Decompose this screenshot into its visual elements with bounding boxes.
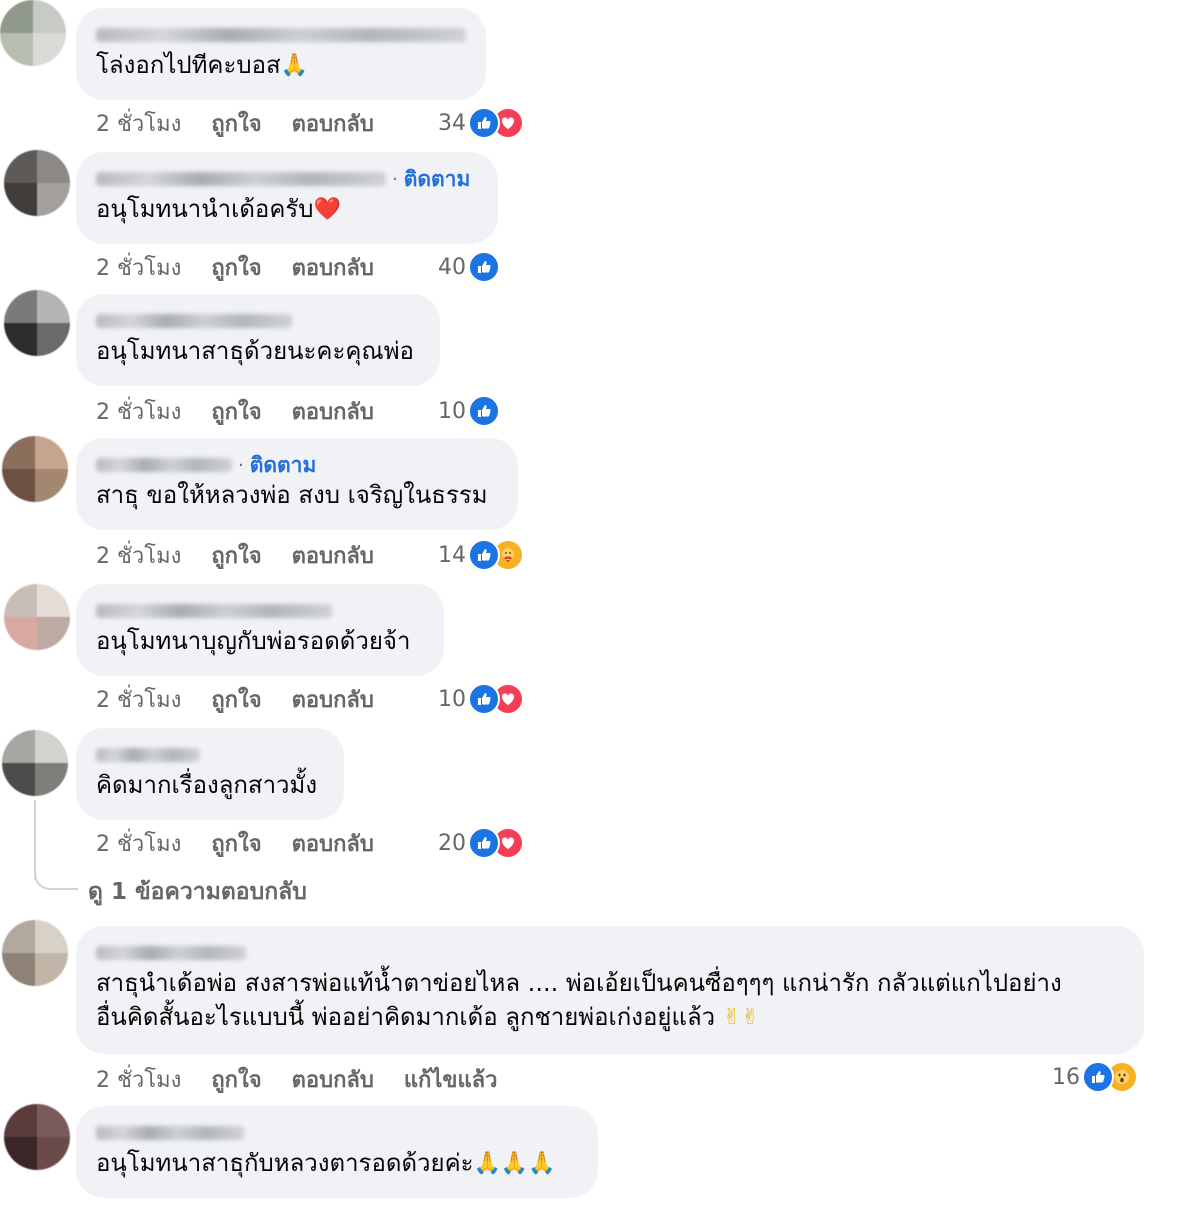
pray-emoji: 🙏: [280, 53, 309, 78]
reaction-count: 40: [438, 254, 466, 280]
reaction-count: 10: [438, 686, 466, 712]
timestamp[interactable]: 2 ชั่วโมง: [96, 538, 181, 573]
comment-text: สาธุนำเด้อพ่อ สงสารพ่อแท้น้ำตาข่อยไหล ..…: [96, 969, 1062, 997]
commenter-name[interactable]: · ติดตาม: [96, 166, 478, 192]
reply-button[interactable]: ตอบกลับ: [292, 1062, 374, 1097]
avatar[interactable]: [4, 1104, 70, 1170]
reaction-summary[interactable]: 10: [438, 682, 524, 716]
reply-button[interactable]: ตอบกลับ: [292, 682, 374, 717]
pray-emoji: 🙏🙏🙏: [473, 1151, 556, 1176]
timestamp[interactable]: 2 ชั่วโมง: [96, 826, 181, 861]
comment-text: สาธุ ขอให้หลวงพ่อ สงบ เจริญในธรรม: [96, 481, 488, 509]
reaction-count: 14: [438, 542, 466, 568]
commenter-name[interactable]: [96, 22, 466, 48]
like-button[interactable]: ถูกใจ: [211, 250, 261, 285]
like-button[interactable]: ถูกใจ: [211, 1062, 261, 1097]
reaction-count: 16: [1052, 1064, 1080, 1090]
comment-bubble: · ติดตาม อนุโมทนานำเด้อครับ❤️: [76, 152, 498, 244]
avatar[interactable]: [4, 290, 70, 356]
commenter-name[interactable]: [96, 742, 324, 768]
view-replies-link[interactable]: ดู 1 ข้อความตอบกลับ: [88, 874, 307, 910]
comment-text: คิดมากเรื่องลูกสาวมั้ง: [96, 771, 318, 799]
comment-text-continued: อื่นคิดสั้นอะไรแบบนี้ พ่ออย่าคิดมากเด้อ …: [96, 1000, 1124, 1035]
reaction-summary[interactable]: 14: [438, 538, 524, 572]
timestamp[interactable]: 2 ชั่วโมง: [96, 682, 181, 717]
comment-actions: 2 ชั่วโมง ถูกใจ ตอบกลับ: [96, 684, 404, 714]
commenter-name[interactable]: · ติดตาม: [96, 452, 498, 478]
avatar[interactable]: [0, 0, 66, 66]
follow-button[interactable]: ติดตาม: [250, 449, 317, 482]
reaction-summary[interactable]: 10: [438, 394, 500, 428]
reply-button[interactable]: ตอบกลับ: [292, 250, 374, 285]
like-icon: [468, 683, 500, 715]
reply-button[interactable]: ตอบกลับ: [292, 394, 374, 429]
separator-dot: ·: [392, 168, 398, 190]
comment-text: อนุโมทนาสาธุด้วยนะคะคุณพ่อ: [96, 337, 414, 365]
heart-emoji: ❤️: [313, 197, 341, 222]
comment-text: อนุโมทนานำเด้อครับ❤️: [96, 192, 478, 227]
like-icon: [468, 539, 500, 571]
comment-bubble: · ติดตาม สาธุ ขอให้หลวงพ่อ สงบ เจริญในธร…: [76, 438, 518, 530]
comment-bubble: อนุโมทนาสาธุด้วยนะคะคุณพ่อ: [76, 294, 440, 386]
reaction-summary[interactable]: 20: [438, 826, 524, 860]
like-button[interactable]: ถูกใจ: [211, 682, 261, 717]
reply-button[interactable]: ตอบกลับ: [292, 106, 374, 141]
timestamp[interactable]: 2 ชั่วโมง: [96, 394, 181, 429]
reaction-count: 34: [438, 110, 466, 136]
reaction-summary[interactable]: 34: [438, 106, 524, 140]
reaction-summary[interactable]: 40: [438, 250, 500, 284]
like-icon: [468, 827, 500, 859]
timestamp[interactable]: 2 ชั่วโมง: [96, 1062, 181, 1097]
like-icon: [468, 107, 500, 139]
reaction-count: 10: [438, 398, 466, 424]
avatar[interactable]: [4, 150, 70, 216]
comment-bubble: สาธุนำเด้อพ่อ สงสารพ่อแท้น้ำตาข่อยไหล ..…: [76, 926, 1144, 1054]
avatar[interactable]: [2, 920, 68, 986]
comment-text: อนุโมทนาบุญกับพ่อรอดด้วยจ้า: [96, 627, 411, 655]
like-button[interactable]: ถูกใจ: [211, 106, 261, 141]
comment-actions: 2 ชั่วโมง ถูกใจ ตอบกลับ: [96, 828, 404, 858]
reaction-count: 20: [438, 830, 466, 856]
like-icon: [468, 395, 500, 427]
comment-actions: 2 ชั่วโมง ถูกใจ ตอบกลับ: [96, 108, 404, 138]
reply-button[interactable]: ตอบกลับ: [292, 538, 374, 573]
peace-hand-emoji: ✌✌: [722, 1005, 760, 1030]
comment-actions: 2 ชั่วโมง ถูกใจ ตอบกลับ แก้ไขแล้ว: [96, 1064, 527, 1094]
separator-dot: ·: [238, 454, 244, 476]
comment-actions: 2 ชั่วโมง ถูกใจ ตอบกลับ: [96, 252, 404, 282]
comment-bubble: อนุโมทนาสาธุกับหลวงตารอดด้วยค่ะ🙏🙏🙏: [76, 1106, 598, 1198]
commenter-name[interactable]: [96, 1120, 578, 1146]
avatar[interactable]: [4, 584, 70, 650]
comment-actions: 2 ชั่วโมง ถูกใจ ตอบกลับ: [96, 396, 404, 426]
reply-button[interactable]: ตอบกลับ: [292, 826, 374, 861]
avatar[interactable]: [2, 730, 68, 796]
commenter-name[interactable]: [96, 940, 1124, 966]
commenter-name[interactable]: [96, 308, 420, 334]
comment-actions: 2 ชั่วโมง ถูกใจ ตอบกลับ: [96, 540, 404, 570]
follow-button[interactable]: ติดตาม: [404, 163, 471, 196]
avatar[interactable]: [2, 436, 68, 502]
like-button[interactable]: ถูกใจ: [211, 394, 261, 429]
commenter-name[interactable]: [96, 598, 424, 624]
comment-text: อนุโมทนาสาธุกับหลวงตารอดด้วยค่ะ🙏🙏🙏: [96, 1146, 578, 1181]
comment-text: โล่งอกไปทีคะบอส🙏: [96, 48, 466, 83]
comment-bubble: โล่งอกไปทีคะบอส🙏: [76, 8, 486, 100]
reply-thread-connector: [34, 860, 78, 890]
like-button[interactable]: ถูกใจ: [211, 826, 261, 861]
like-icon: [1082, 1061, 1114, 1093]
comment-bubble: คิดมากเรื่องลูกสาวมั้ง: [76, 728, 344, 820]
like-icon: [468, 251, 500, 283]
timestamp[interactable]: 2 ชั่วโมง: [96, 106, 181, 141]
timestamp[interactable]: 2 ชั่วโมง: [96, 250, 181, 285]
comment-bubble: อนุโมทนาบุญกับพ่อรอดด้วยจ้า: [76, 584, 444, 676]
edited-label[interactable]: แก้ไขแล้ว: [404, 1062, 498, 1097]
like-button[interactable]: ถูกใจ: [211, 538, 261, 573]
reaction-summary[interactable]: 16: [1052, 1060, 1138, 1094]
